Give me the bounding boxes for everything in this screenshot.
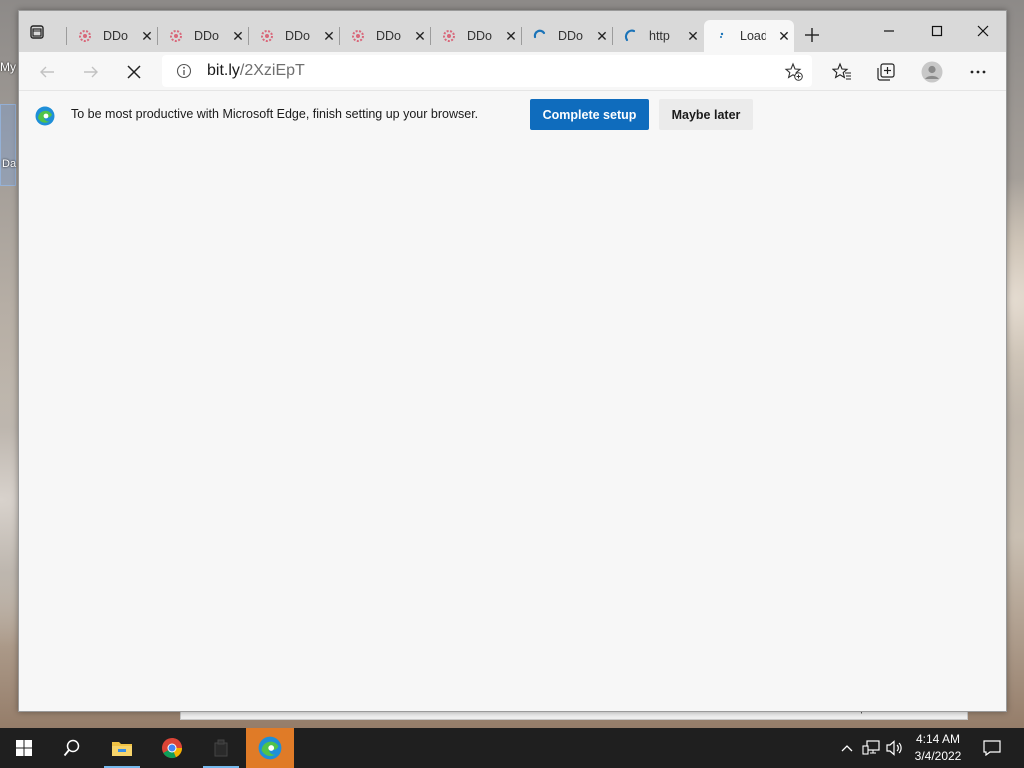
plus-icon [805, 28, 819, 42]
page-content-area[interactable] [19, 139, 1006, 711]
tab-title: DDo [467, 29, 493, 43]
desktop-icon-label: My [0, 60, 16, 74]
more-horizontal-icon [970, 70, 986, 74]
chrome-taskbar-button[interactable] [148, 728, 196, 768]
maximize-button[interactable] [917, 17, 957, 45]
network-tray-button[interactable] [860, 728, 882, 768]
forward-button[interactable] [79, 60, 103, 84]
search-icon [63, 739, 80, 757]
back-arrow-icon [40, 66, 54, 78]
file-explorer-taskbar-button[interactable] [98, 728, 146, 768]
action-center-button[interactable] [978, 728, 1006, 768]
ddos-favicon-icon [441, 28, 457, 44]
profile-button[interactable] [921, 61, 943, 83]
tab-title: DDo [103, 29, 129, 43]
settings-more-button[interactable] [967, 61, 989, 83]
ddos-favicon-icon [77, 28, 93, 44]
tab-ddos-3[interactable]: DDo ✕ [249, 20, 339, 52]
show-hidden-icons-button[interactable] [838, 728, 856, 768]
edge-browser-window: DDo ✕ DDo ✕ DDo ✕ DDo ✕ DDo ✕ DDo ✕ http… [18, 10, 1007, 712]
tab-actions-icon[interactable] [29, 24, 45, 40]
ddos-favicon-icon [350, 28, 366, 44]
url-text[interactable]: bit.ly/2XziEpT [207, 62, 305, 80]
tab-close-icon[interactable]: ✕ [776, 28, 792, 44]
tab-close-icon[interactable]: ✕ [503, 28, 519, 44]
chevron-up-icon [841, 745, 853, 752]
loading-spinner-icon [714, 28, 730, 44]
background-app-taskbar-button[interactable] [197, 728, 245, 768]
tab-title: DDo [558, 29, 584, 43]
url-host: bit.ly [207, 62, 240, 79]
site-info-icon[interactable] [176, 63, 192, 79]
tab-ddos-loading[interactable]: DDo ✕ [522, 20, 612, 52]
close-window-button[interactable] [963, 17, 1003, 45]
favorites-button[interactable] [831, 61, 853, 83]
minimize-icon [884, 30, 894, 32]
url-path: /2XziEpT [239, 62, 305, 79]
volume-tray-button[interactable] [884, 728, 906, 768]
forward-arrow-icon [84, 66, 98, 78]
loading-spinner-icon [532, 28, 548, 44]
stop-icon [127, 65, 141, 79]
setup-infobar: To be most productive with Microsoft Edg… [19, 90, 1006, 140]
collections-icon [877, 63, 895, 81]
notification-icon [983, 740, 1001, 756]
file-explorer-icon [112, 742, 132, 756]
collections-button[interactable] [875, 61, 897, 83]
tab-title: DDo [194, 29, 220, 43]
tab-ddos-4[interactable]: DDo ✕ [340, 20, 430, 52]
tab-close-icon[interactable]: ✕ [412, 28, 428, 44]
start-button[interactable] [0, 728, 48, 768]
tab-ddos-2[interactable]: DDo ✕ [158, 20, 248, 52]
edge-icon [258, 736, 282, 760]
address-bar[interactable]: bit.ly/2XziEpT [162, 55, 812, 87]
new-tab-button[interactable] [802, 25, 822, 45]
tab-strip: DDo ✕ DDo ✕ DDo ✕ DDo ✕ DDo ✕ DDo ✕ http… [19, 11, 1006, 52]
tab-close-icon[interactable]: ✕ [685, 28, 701, 44]
add-favorite-button[interactable] [784, 62, 804, 82]
tab-title: http [649, 29, 670, 43]
ddos-favicon-icon [168, 28, 184, 44]
windows-start-icon [16, 740, 32, 756]
tab-close-icon[interactable]: ✕ [139, 28, 155, 44]
tab-title: Load [740, 29, 766, 43]
back-button[interactable] [35, 60, 59, 84]
avatar-icon [921, 61, 943, 83]
edge-logo-icon [35, 106, 55, 126]
clock-time: 4:14 AM [915, 732, 961, 746]
taskbar: 4:14 AM 3/4/2022 [0, 728, 1024, 768]
loading-spinner-icon [623, 28, 639, 44]
tab-close-icon[interactable]: ✕ [594, 28, 610, 44]
minimize-button[interactable] [869, 17, 909, 45]
network-icon [862, 740, 880, 755]
taskbar-clock[interactable]: 4:14 AM 3/4/2022 [905, 731, 971, 765]
tab-http-loading[interactable]: http ✕ [613, 20, 703, 52]
maybe-later-button[interactable]: Maybe later [659, 99, 753, 130]
tab-close-icon[interactable]: ✕ [321, 28, 337, 44]
star-add-icon [784, 62, 803, 81]
tab-ddos-5[interactable]: DDo ✕ [431, 20, 521, 52]
chrome-icon [162, 738, 183, 759]
favorites-icon [832, 62, 851, 80]
tab-title: DDo [376, 29, 402, 43]
edge-taskbar-button[interactable] [246, 728, 294, 768]
desktop-icon-label: Da [2, 158, 17, 170]
desktop-selected-icon[interactable] [0, 104, 16, 186]
tab-title: DDo [285, 29, 311, 43]
maximize-icon [931, 25, 943, 37]
clock-date: 3/4/2022 [914, 749, 962, 763]
complete-setup-button[interactable]: Complete setup [530, 99, 649, 130]
tab-loading-active[interactable]: Load ✕ [704, 20, 794, 52]
tab-close-icon[interactable]: ✕ [230, 28, 246, 44]
app-icon [214, 739, 228, 757]
close-icon [977, 25, 989, 37]
browser-toolbar: bit.ly/2XziEpT [19, 52, 1006, 90]
stop-loading-button[interactable] [122, 60, 146, 84]
tab-ddos-1[interactable]: DDo ✕ [67, 20, 157, 52]
speaker-icon [886, 740, 902, 756]
ddos-favicon-icon [259, 28, 275, 44]
search-button[interactable] [48, 728, 96, 768]
infobar-message: To be most productive with Microsoft Edg… [71, 107, 479, 121]
